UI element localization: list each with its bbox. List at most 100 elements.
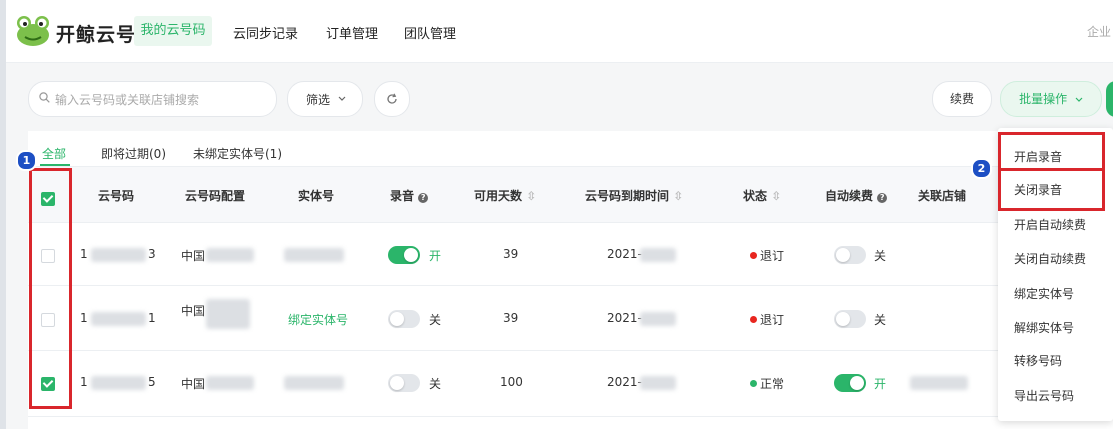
auto-renew-toggle[interactable] xyxy=(834,310,866,328)
sort-icon: ⇳ xyxy=(526,189,537,203)
redacted-config xyxy=(206,299,250,329)
cloud-number-head: 1 xyxy=(80,247,88,261)
expire-date: 2021- xyxy=(607,375,642,389)
step-badge-1: 1 xyxy=(16,150,37,171)
redacted-config xyxy=(206,248,254,262)
subtab-indicator xyxy=(40,164,70,166)
recording-toggle[interactable] xyxy=(388,246,420,264)
redacted-number xyxy=(91,248,146,262)
redacted-config xyxy=(206,376,254,390)
auto-renew-state: 关 xyxy=(874,313,887,327)
account-label[interactable]: 企业 xyxy=(1087,23,1111,40)
status-label: 正常 xyxy=(760,377,785,391)
tab-team[interactable]: 团队管理 xyxy=(404,23,456,42)
cloud-number-head: 1 xyxy=(80,311,88,325)
batch-operation-label: 批量操作 xyxy=(1019,92,1068,106)
col-status[interactable]: 状态 ⇳ xyxy=(743,187,781,204)
redacted-date xyxy=(640,312,676,326)
cloud-number-tail: 5 xyxy=(148,375,156,389)
search-icon xyxy=(39,92,50,103)
recording-state: 关 xyxy=(429,313,442,327)
renew-button[interactable]: 续费 xyxy=(932,81,992,117)
recording-toggle[interactable] xyxy=(388,310,420,328)
expire-date: 2021- xyxy=(607,247,642,261)
col-auto-renew: 自动续费 ? xyxy=(825,187,888,204)
recording-toggle[interactable] xyxy=(388,374,420,392)
search-input[interactable]: 输入云号码或关联店铺搜索 xyxy=(28,81,277,117)
highlight-enable-recording xyxy=(998,132,1105,171)
cloud-number-head: 1 xyxy=(80,375,88,389)
highlight-disable-recording xyxy=(998,168,1105,211)
refresh-icon xyxy=(387,93,397,104)
menu-item-unbind-entity[interactable]: 解绑实体号 xyxy=(1014,319,1074,336)
redacted-number xyxy=(91,376,146,390)
row-divider xyxy=(28,350,1113,351)
col-recording: 录音 ? xyxy=(390,187,429,204)
row-divider xyxy=(28,222,1113,223)
auto-renew-state: 开 xyxy=(874,377,887,391)
col-linked-store: 关联店铺 xyxy=(918,189,967,203)
chevron-down-icon xyxy=(1075,97,1083,102)
subtab-all[interactable]: 全部 xyxy=(42,145,66,162)
filter-label: 筛选 xyxy=(306,93,331,107)
config-country: 中国 xyxy=(181,249,206,263)
top-nav: 开鲸云号 我的云号码 云同步记录 订单管理 团队管理 企业 xyxy=(6,0,1113,63)
menu-item-export-numbers[interactable]: 导出云号码 xyxy=(1014,387,1074,404)
subtab-expiring[interactable]: 即将过期(0) xyxy=(101,145,166,162)
cloud-number-tail: 3 xyxy=(148,247,156,261)
redacted-number xyxy=(91,312,146,326)
redacted-entity xyxy=(284,248,344,262)
help-icon[interactable]: ? xyxy=(877,193,888,203)
search-placeholder: 输入云号码或关联店铺搜索 xyxy=(55,93,200,107)
redacted-date xyxy=(640,376,676,390)
sort-icon: ⇳ xyxy=(771,189,782,203)
col-config: 云号码配置 xyxy=(185,189,246,203)
recording-state: 开 xyxy=(429,249,442,263)
status-label: 退订 xyxy=(760,313,785,327)
auto-renew-toggle[interactable] xyxy=(834,246,866,264)
tab-my-cloud-numbers[interactable]: 我的云号码 xyxy=(134,16,212,46)
frog-logo-icon xyxy=(17,16,49,46)
menu-item-disable-auto-renew[interactable]: 关闭自动续费 xyxy=(1014,250,1086,267)
col-cloud-number: 云号码 xyxy=(98,189,135,203)
left-edge xyxy=(0,0,6,429)
refresh-button[interactable] xyxy=(374,81,410,117)
filter-button[interactable]: 筛选 xyxy=(287,81,363,117)
status-dot xyxy=(750,252,757,259)
menu-item-enable-auto-renew[interactable]: 开启自动续费 xyxy=(1014,216,1086,233)
tab-orders[interactable]: 订单管理 xyxy=(326,23,378,42)
redacted-entity xyxy=(284,376,344,390)
batch-operation-button[interactable]: 批量操作 xyxy=(1000,81,1102,117)
available-days: 39 xyxy=(503,311,519,325)
auto-renew-state: 关 xyxy=(874,249,887,263)
highlight-checkbox-column xyxy=(29,168,72,409)
chevron-down-icon xyxy=(338,96,346,101)
status-dot xyxy=(750,316,757,323)
brand-name: 开鲸云号 xyxy=(56,24,137,46)
config-country: 中国 xyxy=(181,377,206,391)
redacted-store xyxy=(910,376,968,390)
table-panel: 全部 即将过期(0) 未绑定实体号(1) 云号码 云号码配置 实体号 录音 ? … xyxy=(28,131,1113,429)
menu-item-bind-entity[interactable]: 绑定实体号 xyxy=(1014,285,1074,302)
expire-date: 2021- xyxy=(607,311,642,325)
col-expire-time[interactable]: 云号码到期时间 ⇳ xyxy=(585,187,683,204)
subtab-unbound[interactable]: 未绑定实体号(1) xyxy=(193,145,282,162)
config-country: 中国 xyxy=(181,304,206,318)
status-dot xyxy=(750,380,757,387)
bind-entity-link[interactable]: 绑定实体号 xyxy=(288,311,348,328)
row-divider xyxy=(28,285,1113,286)
auto-renew-toggle[interactable] xyxy=(834,374,866,392)
available-days: 39 xyxy=(503,247,519,261)
sort-icon: ⇳ xyxy=(673,189,684,203)
add-button[interactable] xyxy=(1106,81,1113,117)
help-icon[interactable]: ? xyxy=(418,193,429,203)
col-available-days[interactable]: 可用天数 ⇳ xyxy=(474,187,536,204)
available-days: 100 xyxy=(500,375,523,389)
redacted-date xyxy=(640,248,676,262)
tab-cloud-sync[interactable]: 云同步记录 xyxy=(233,23,298,42)
status-label: 退订 xyxy=(760,249,785,263)
recording-state: 关 xyxy=(429,377,442,391)
step-badge-2: 2 xyxy=(971,158,992,179)
row-divider xyxy=(28,416,1113,417)
menu-item-transfer-number[interactable]: 转移号码 xyxy=(1014,352,1062,369)
